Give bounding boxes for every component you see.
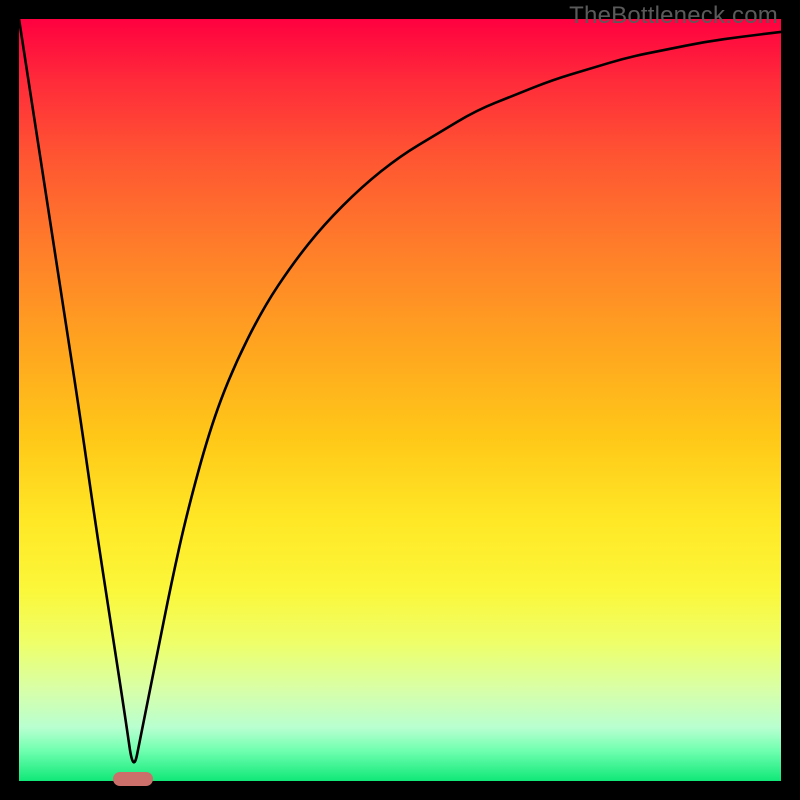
plot-area	[19, 19, 781, 781]
bottleneck-curve	[19, 19, 781, 781]
minimum-marker	[113, 772, 153, 786]
watermark-text: TheBottleneck.com	[569, 2, 778, 30]
chart-frame: TheBottleneck.com	[0, 0, 800, 800]
